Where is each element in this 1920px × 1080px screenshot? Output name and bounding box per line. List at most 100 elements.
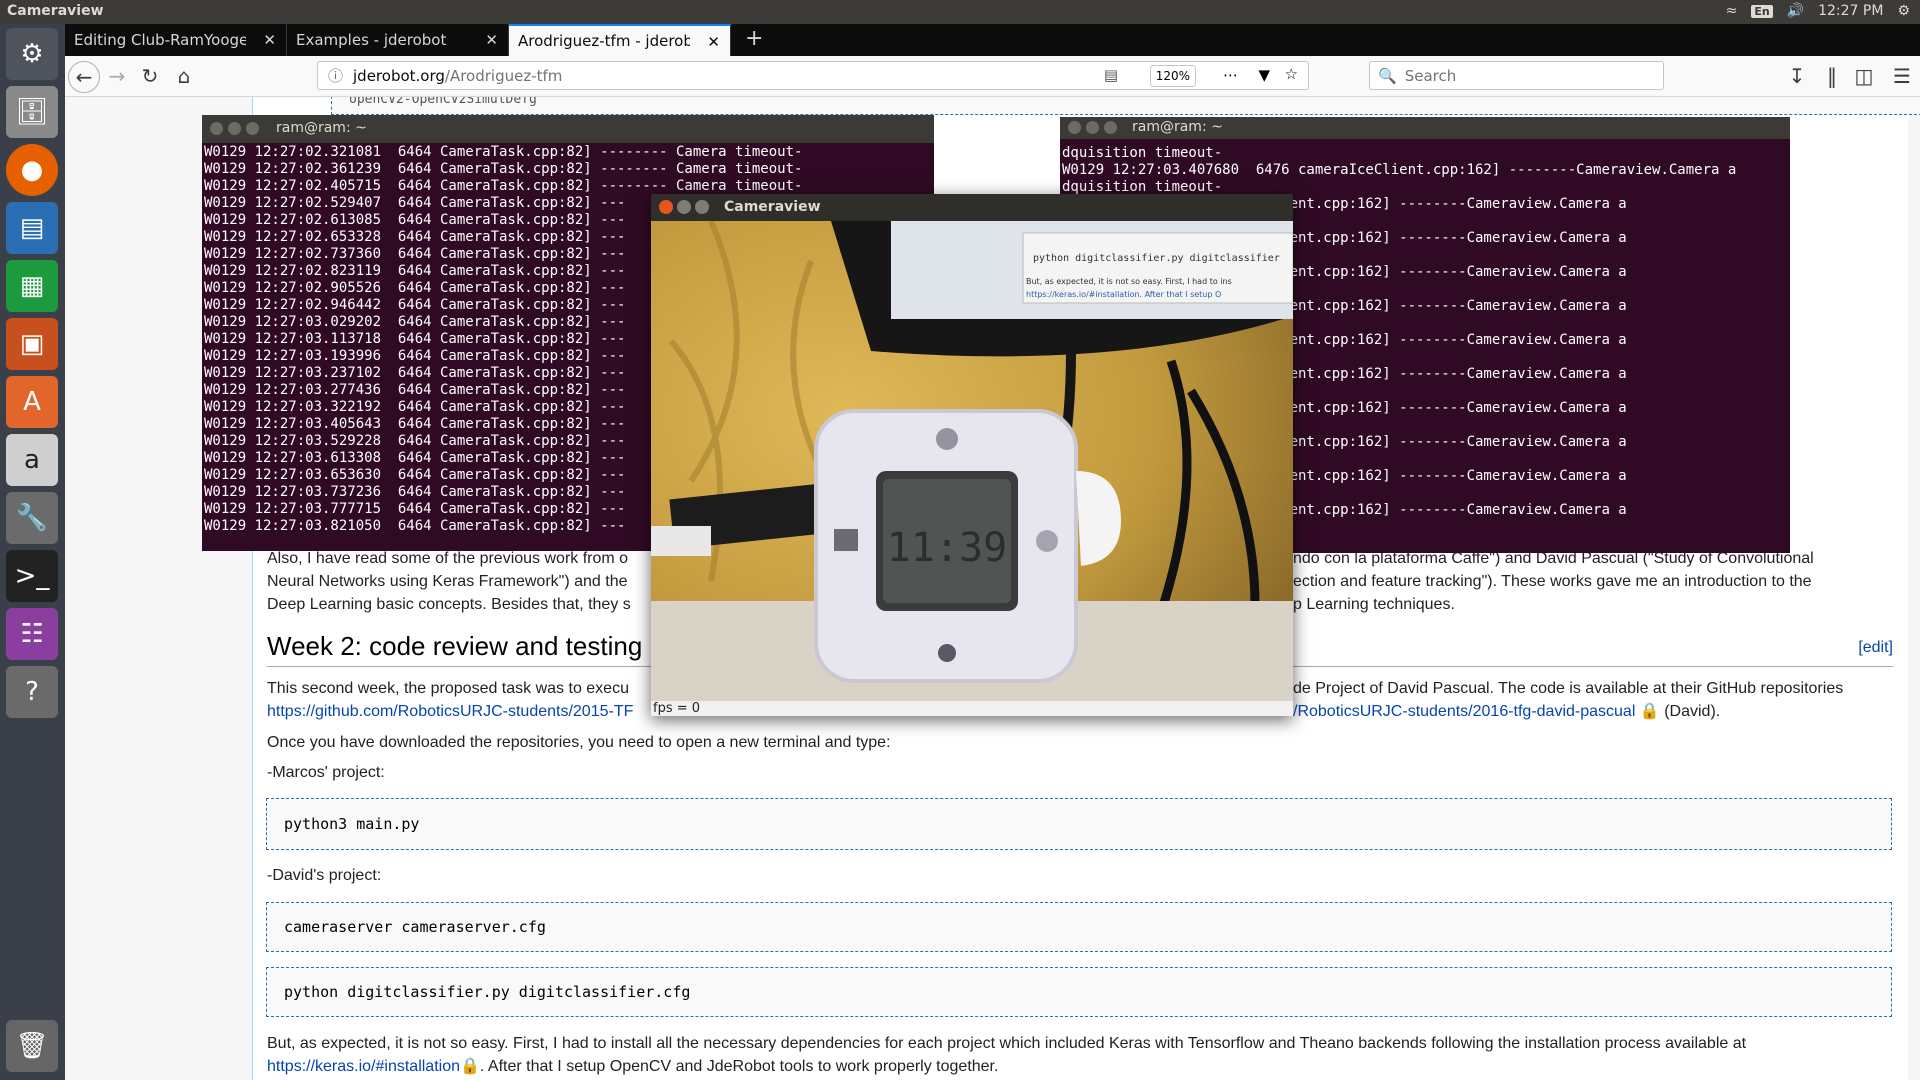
- edit-link[interactable]: [edit]: [1858, 639, 1893, 657]
- screen-text-2: But, as expected, it is not so easy. Fir…: [1026, 277, 1232, 286]
- terminal-title: ram@ram: ~: [276, 120, 367, 136]
- close-icon[interactable]: ✕: [263, 31, 276, 49]
- tab-arodriguez-tfm[interactable]: Arodriguez-tfm - jderobot ✕: [509, 24, 731, 56]
- terminal-line: W0129 12:27:03.407680 6476 cameraIceClie…: [1062, 162, 1737, 178]
- impress-icon[interactable]: ▣: [6, 318, 58, 370]
- volume-icon[interactable]: 🔊: [1787, 3, 1804, 19]
- files-icon[interactable]: 🗄: [6, 86, 58, 138]
- david-suffix: (David).: [1664, 703, 1721, 720]
- url-path: /Arodriguez-tfm: [444, 66, 563, 85]
- zoom-indicator[interactable]: 120%: [1149, 65, 1196, 87]
- forward-arrow-icon[interactable]: →: [102, 61, 132, 91]
- code-block-digitclassifier: python digitclassifier.py digitclassifie…: [266, 967, 1892, 1017]
- close-icon[interactable]: ✕: [485, 31, 498, 49]
- home-icon[interactable]: ⌂: [169, 61, 199, 91]
- screen-text-1: python digitclassifier.py digitclassifie…: [1033, 253, 1280, 264]
- downloads-icon[interactable]: ↧: [1782, 61, 1812, 91]
- screen-text-3: https://keras.io/#installation. After th…: [1026, 290, 1221, 299]
- calc-icon[interactable]: ▦: [6, 260, 58, 312]
- cameraview-title: Cameraview: [724, 199, 821, 215]
- cameraview-app-icon[interactable]: ☷: [6, 608, 58, 660]
- keyboard-layout-indicator[interactable]: En: [1751, 4, 1773, 18]
- tab-label: Editing Club-RamYoogesh: [74, 31, 246, 49]
- amazon-icon[interactable]: a: [6, 434, 58, 486]
- system-settings-icon[interactable]: 🔧: [6, 492, 58, 544]
- minimize-button[interactable]: [228, 122, 241, 135]
- heading-text: Week 2: code review and testing: [267, 631, 643, 661]
- system-top-bar: Cameraview ≈ En 🔊 12:27 PM ⚙: [0, 0, 1920, 24]
- close-button[interactable]: [1068, 121, 1081, 134]
- reload-icon[interactable]: ↻: [135, 61, 165, 91]
- minimize-button[interactable]: [677, 200, 691, 214]
- search-placeholder: Search: [1404, 66, 1457, 85]
- terminal-line: W0129 12:27:02.405715 6464 CameraTask.cp…: [204, 178, 803, 194]
- tab-bar: Editing Club-RamYoogesh ✕ Examples - jde…: [65, 24, 1920, 56]
- sidebar-icon[interactable]: ◫: [1849, 61, 1879, 91]
- system-tray: ≈ En 🔊 12:27 PM ⚙: [1726, 3, 1910, 19]
- close-icon[interactable]: ✕: [707, 33, 720, 51]
- maximize-button[interactable]: [695, 200, 709, 214]
- library-icon[interactable]: ‖: [1817, 61, 1847, 91]
- software-center-icon[interactable]: A: [6, 376, 58, 428]
- david-project-label: -David's project:: [267, 867, 382, 884]
- unity-launcher: ⚙ 🗄 ● ▤ ▦ ▣ A a 🔧 >_ ☷ ? 🗑: [0, 24, 65, 1080]
- reader-view-icon[interactable]: ▤: [1104, 66, 1118, 84]
- code-block-cameraserver: cameraserver cameraserver.cfg: [266, 902, 1892, 952]
- terminal-icon[interactable]: >_: [6, 550, 58, 602]
- tab-examples[interactable]: Examples - jderobot ✕: [287, 24, 509, 56]
- wifi-icon[interactable]: ≈: [1726, 3, 1738, 19]
- active-window-title: Cameraview: [7, 3, 104, 19]
- close-button[interactable]: [659, 200, 673, 214]
- camera-image: python digitclassifier.py digitclassifie…: [651, 221, 1293, 701]
- cameraview-titlebar[interactable]: Cameraview: [651, 194, 1293, 221]
- url-domain: jderobot.org: [353, 66, 445, 85]
- keras-install-link[interactable]: https://keras.io/#installation: [267, 1058, 460, 1075]
- back-arrow-icon[interactable]: ←: [68, 61, 100, 93]
- maximize-button[interactable]: [246, 122, 259, 135]
- paragraph-previous-work-right: ndo con la plataforma Caffe") and David …: [1293, 547, 1893, 616]
- terminal-title: ram@ram: ~: [1132, 119, 1223, 135]
- terminal-titlebar[interactable]: ram@ram: ~: [1060, 117, 1790, 139]
- pocket-icon[interactable]: ▼: [1258, 66, 1270, 84]
- tab-editing-club[interactable]: Editing Club-RamYoogesh ✕: [65, 24, 287, 56]
- search-input[interactable]: 🔍 Search: [1369, 61, 1664, 90]
- new-tab-plus-icon[interactable]: +: [745, 26, 763, 51]
- para1-line2-right: ection and feature tracking"). These wor…: [1293, 573, 1812, 590]
- tab-label: Arodriguez-tfm - jderobot: [518, 32, 690, 50]
- marcos-project-label: -Marcos' project:: [267, 764, 385, 781]
- search-icon: 🔍: [1378, 66, 1397, 85]
- trash-icon[interactable]: 🗑: [6, 1020, 58, 1072]
- terminal-line: W0129 12:27:02.321081 6464 CameraTask.cp…: [204, 144, 803, 160]
- code-block-top: openCV2-OpenCV2SimulDefg: [331, 97, 1920, 115]
- paragraph-dependencies: But, as expected, it is not so easy. Fir…: [267, 1032, 1887, 1078]
- terminal-line: W0129 12:27:02.361239 6464 CameraTask.cp…: [204, 161, 803, 177]
- close-button[interactable]: [210, 122, 223, 135]
- ubuntu-dash-icon[interactable]: ⚙: [6, 28, 58, 80]
- external-link-lock-icon: 🔒: [1639, 703, 1660, 720]
- fps-label: fps = 0: [653, 701, 701, 716]
- tab-label: Examples - jderobot: [296, 31, 447, 49]
- navigation-toolbar: ← → ↻ ⌂ ⓘ jderobot.org/Arodriguez-tfm ▤ …: [65, 56, 1920, 97]
- menu-hamburger-icon[interactable]: ☰: [1887, 61, 1917, 91]
- minimize-button[interactable]: [1086, 121, 1099, 134]
- terminal-titlebar[interactable]: ram@ram: ~: [202, 115, 934, 143]
- page-actions-icon[interactable]: ⋯: [1223, 66, 1238, 84]
- marcos-repo-link[interactable]: https://github.com/RoboticsURJC-students…: [267, 703, 633, 720]
- para2-line1-right: de Project of David Pascual. The code is…: [1293, 680, 1844, 697]
- clock[interactable]: 12:27 PM: [1818, 3, 1883, 19]
- para4-text: But, as expected, it is not so easy. Fir…: [267, 1035, 1747, 1052]
- clock-display-time: 11:39: [887, 525, 1007, 571]
- writer-icon[interactable]: ▤: [6, 202, 58, 254]
- david-repo-link[interactable]: /RoboticsURJC-students/2016-tfg-david-pa…: [1293, 703, 1635, 720]
- info-icon[interactable]: ⓘ: [328, 65, 343, 86]
- camera-frame-illustration: python digitclassifier.py digitclassifie…: [651, 221, 1293, 701]
- unknown-app-icon[interactable]: ?: [6, 666, 58, 718]
- settings-gear-icon[interactable]: ⚙: [1897, 3, 1910, 19]
- address-bar[interactable]: ⓘ jderobot.org/Arodriguez-tfm ▤ 120% ⋯ ▼…: [317, 61, 1309, 90]
- bookmark-star-icon[interactable]: ☆: [1285, 65, 1298, 83]
- maximize-button[interactable]: [1104, 121, 1117, 134]
- code-block-marcos: python3 main.py: [266, 798, 1892, 850]
- para4-end: . After that I setup OpenCV and JdeRobot…: [479, 1058, 999, 1075]
- firefox-icon[interactable]: ●: [6, 144, 58, 196]
- cameraview-window[interactable]: Cameraview python digitclassifier.py dig…: [651, 194, 1293, 716]
